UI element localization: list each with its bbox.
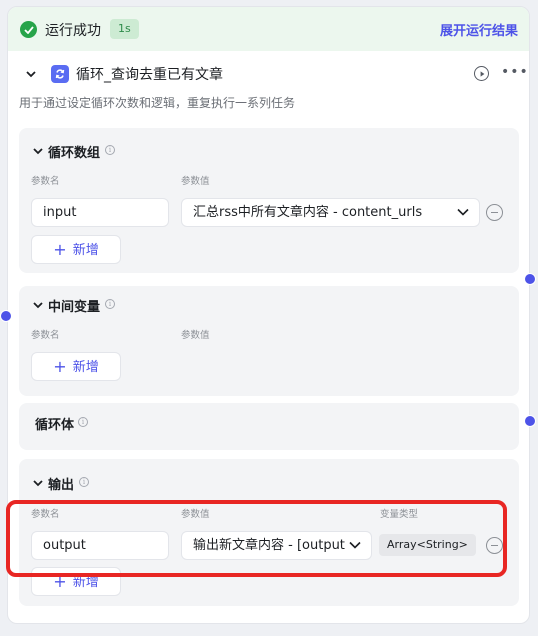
chevron-down-icon [457,208,469,216]
loop-body-title: 循环体 [35,418,75,433]
loop-array-remove-icon[interactable] [486,204,503,221]
highlight-annotation [6,500,507,577]
output-port-top[interactable] [524,273,536,285]
duration-badge: 1s [110,19,139,39]
loop-array-param-value-select[interactable]: 汇总rss中所有文章内容 - content_urls [181,198,480,227]
loop-array-chevron-icon[interactable] [32,145,44,157]
expand-results-link[interactable]: 展开运行结果 [440,20,518,39]
node-description: 用于通过设定循环次数和逻辑，重复执行一系列任务 [19,96,296,110]
output-add-label: 新增 [72,575,99,590]
output-info-icon[interactable]: i [79,477,89,487]
collapse-chevron-icon[interactable] [25,68,37,80]
intermediate-col-name: 参数名 [31,330,60,341]
input-port[interactable] [0,310,12,322]
plus-icon: + [53,357,67,376]
intermediate-info-icon[interactable]: i [105,299,115,309]
loop-icon [51,65,69,83]
output-title: 输出 [48,478,75,493]
loop-body-info-icon[interactable]: i [78,417,88,427]
loop-array-panel: 循环数组 i 参数名 参数值 input 汇总rss中所有文章内容 - cont… [19,128,519,273]
loop-array-info-icon[interactable]: i [105,145,115,155]
loop-array-param-value: 汇总rss中所有文章内容 - content_urls [193,205,423,220]
loop-array-add-button[interactable]: + 新增 [31,235,121,264]
intermediate-variables-panel: 中间变量 i 参数名 参数值 + 新增 [19,286,519,396]
intermediate-add-button[interactable]: + 新增 [31,352,121,381]
run-status-bar: 运行成功 1s 展开运行结果 [8,7,529,51]
intermediate-col-value: 参数值 [181,330,210,341]
intermediate-chevron-icon[interactable] [32,299,44,311]
node-title: 循环_查询去重已有文章 [76,67,223,83]
plus-icon: + [53,240,67,259]
status-text: 运行成功 [45,23,101,39]
loop-array-col-name: 参数名 [31,176,60,187]
run-play-icon[interactable] [474,66,489,81]
more-options-icon[interactable]: ••• [501,64,529,80]
loop-array-param-name-input[interactable]: input [31,198,169,227]
loop-body-port[interactable] [524,415,536,427]
success-check-icon [20,21,37,38]
intermediate-add-label: 新增 [72,360,99,375]
loop-array-col-value: 参数值 [181,176,210,187]
loop-body-panel: 循环体 i [19,403,519,450]
loop-array-title: 循环数组 [48,146,101,161]
intermediate-title: 中间变量 [48,300,101,315]
output-chevron-icon[interactable] [32,477,44,489]
loop-array-add-label: 新增 [72,243,99,258]
